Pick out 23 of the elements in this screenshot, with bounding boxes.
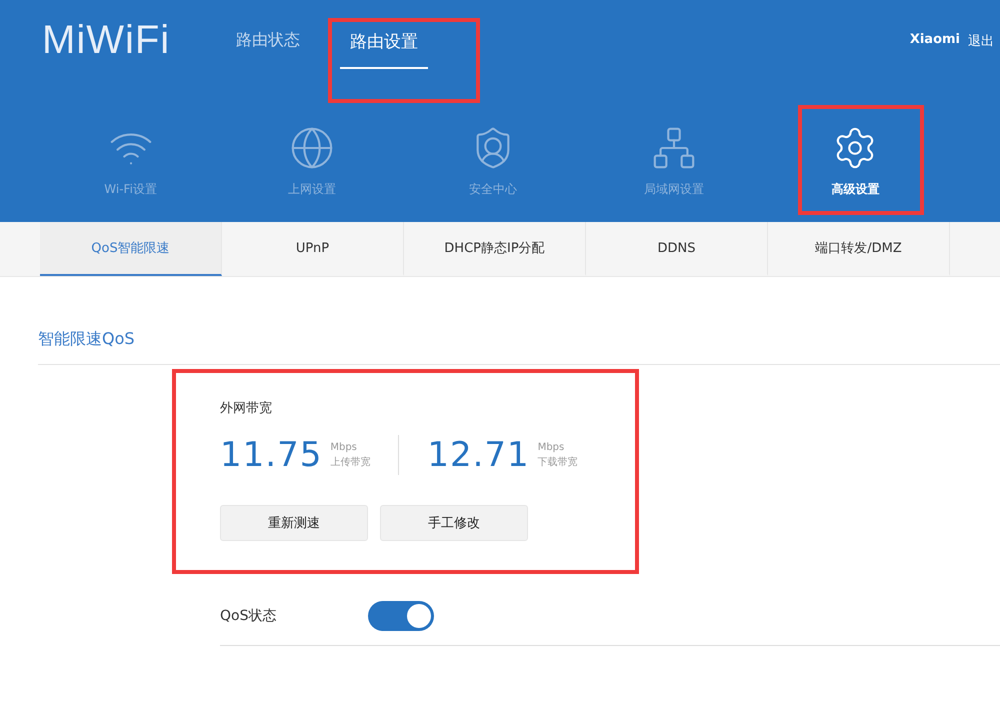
sub-tab[interactable]: DHCP静态IP分配: [404, 222, 586, 276]
sub-tab[interactable]: 端口转发/DMZ: [768, 222, 950, 276]
sub-tab[interactable]: UPnP: [222, 222, 404, 276]
user-name: Xiaomi: [910, 32, 960, 49]
logo: MiWiFi: [42, 18, 170, 63]
card-title: 外网带宽: [220, 400, 273, 417]
sub-tab[interactable]: DDNS: [586, 222, 768, 276]
speed-label: 下载带宽: [538, 456, 578, 468]
speed-value: 12.71: [427, 435, 530, 475]
nav-tab[interactable]: 路由设置: [340, 18, 428, 69]
section-title: 智能限速QoS: [38, 329, 1000, 365]
action-button[interactable]: 重新测速: [220, 505, 368, 541]
qos-toggle[interactable]: [368, 601, 434, 631]
unit-label: Mbps: [538, 442, 566, 452]
action-button[interactable]: 手工修改: [380, 505, 528, 541]
logout-link[interactable]: 退出: [968, 32, 994, 50]
speed-value: 11.75: [220, 435, 322, 475]
sub-tab[interactable]: QoS智能限速: [40, 222, 222, 276]
qos-label: QoS状态: [220, 607, 278, 625]
category-label[interactable]: 高级设置: [831, 181, 880, 198]
speed-label: 上传带宽: [330, 456, 370, 468]
nav-tab[interactable]: 路由状态: [226, 18, 310, 67]
unit-label: Mbps: [330, 442, 358, 452]
